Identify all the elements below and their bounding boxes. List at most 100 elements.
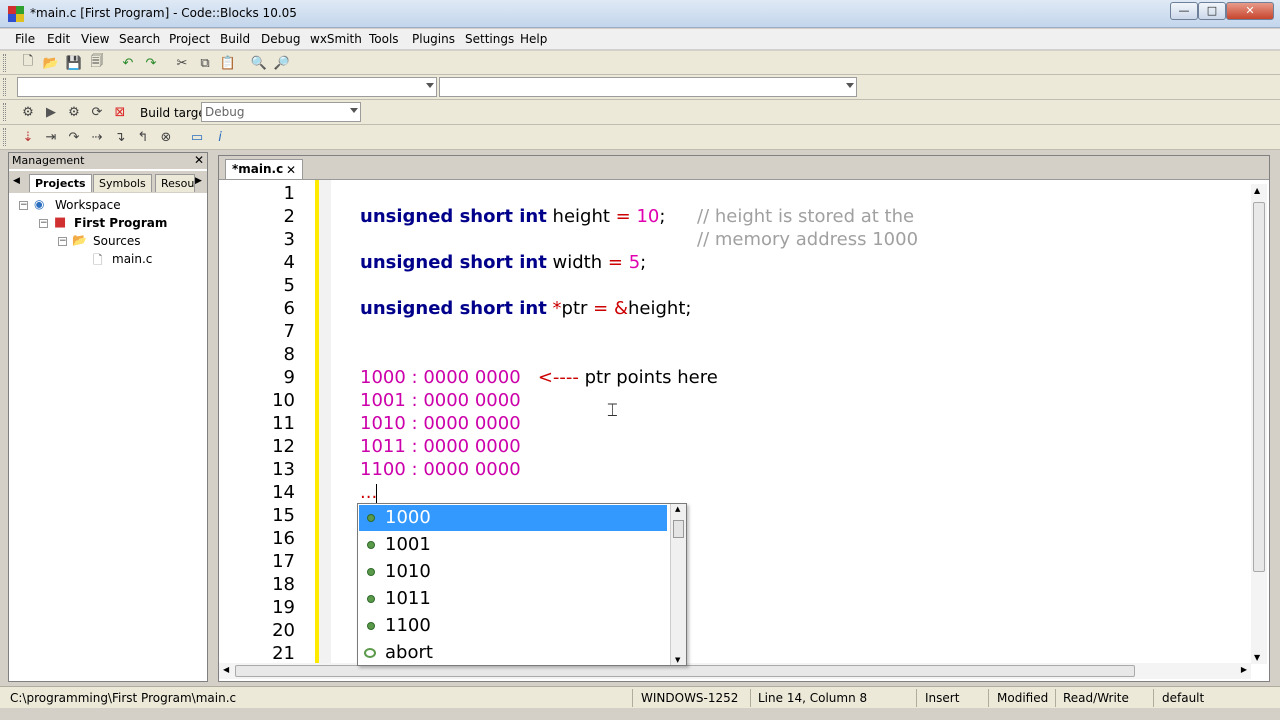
code-line-13[interactable]: 1100 : 0000 0000 bbox=[360, 459, 521, 480]
workspace-collapse-icon[interactable]: − bbox=[19, 201, 28, 210]
next-instruction-icon[interactable]: ⇢ bbox=[87, 127, 107, 147]
scroll-right-icon[interactable]: ▶ bbox=[1241, 665, 1247, 674]
info-icon[interactable]: i bbox=[210, 127, 230, 147]
step-out-icon[interactable]: ↰ bbox=[133, 127, 153, 147]
project-collapse-icon[interactable]: − bbox=[39, 219, 48, 228]
tab-main-c[interactable]: *main.c ✕ bbox=[225, 159, 303, 179]
editor-vertical-scrollbar[interactable]: ▲ ▼ bbox=[1251, 184, 1267, 664]
code-line-10[interactable]: 1001 : 0000 0000 bbox=[360, 390, 521, 411]
function-combo[interactable] bbox=[439, 77, 857, 97]
tree-file-main-c[interactable]: main.c bbox=[112, 252, 152, 266]
tab-scroll-right-icon[interactable]: ▶ bbox=[195, 176, 202, 186]
autocomplete-item[interactable]: 1100 bbox=[359, 613, 667, 639]
popup-scroll-thumb[interactable] bbox=[673, 520, 684, 538]
code-completion-toolbar bbox=[0, 75, 1280, 100]
status-bar: C:\programming\First Program\main.c WIND… bbox=[0, 686, 1280, 708]
menu-file[interactable]: File bbox=[15, 32, 35, 46]
tab-scroll-left-icon[interactable]: ◀ bbox=[13, 176, 20, 186]
menu-edit[interactable]: Edit bbox=[47, 32, 70, 46]
code-line-14[interactable]: ... bbox=[360, 482, 377, 503]
line-number: 10 bbox=[272, 390, 295, 411]
cut-icon[interactable]: ✂ bbox=[172, 53, 192, 73]
tree-sources[interactable]: Sources bbox=[93, 234, 140, 248]
paste-icon[interactable]: 📋 bbox=[218, 53, 238, 73]
code-line-6[interactable]: unsigned short int *ptr = &height; bbox=[360, 298, 691, 319]
step-into-icon[interactable]: ↴ bbox=[110, 127, 130, 147]
vertical-scroll-thumb[interactable] bbox=[1253, 202, 1265, 572]
code-line-2[interactable]: unsigned short int height = 10; bbox=[360, 206, 665, 227]
code-line-12[interactable]: 1011 : 0000 0000 bbox=[360, 436, 521, 457]
abort-icon[interactable]: ⊠ bbox=[110, 102, 130, 122]
maximize-button[interactable]: □ bbox=[1198, 2, 1226, 20]
code-comment-line-3[interactable]: // memory address 1000 bbox=[697, 229, 918, 250]
autocomplete-item[interactable]: abort bbox=[359, 640, 667, 666]
next-line-icon[interactable]: ↷ bbox=[64, 127, 84, 147]
menu-search[interactable]: Search bbox=[119, 32, 160, 46]
menu-project[interactable]: Project bbox=[169, 32, 210, 46]
scroll-left-icon[interactable]: ◀ bbox=[223, 665, 229, 674]
save-all-icon[interactable]: 🗐 bbox=[87, 53, 107, 73]
redo-icon[interactable]: ↷ bbox=[141, 53, 161, 73]
tab-main-c-label: *main.c bbox=[232, 162, 284, 176]
tab-resources[interactable]: Resou bbox=[155, 174, 195, 192]
debug-continue-icon[interactable]: ⇣ bbox=[18, 127, 38, 147]
build-and-run-icon[interactable]: ⚙ bbox=[64, 102, 84, 122]
tab-close-icon[interactable]: ✕ bbox=[286, 161, 296, 179]
rebuild-icon[interactable]: ⟳ bbox=[87, 102, 107, 122]
status-file-path: C:\programming\First Program\main.c bbox=[10, 691, 237, 705]
variable-icon bbox=[367, 541, 375, 549]
close-button[interactable]: ✕ bbox=[1226, 2, 1274, 20]
save-icon[interactable]: 💾 bbox=[64, 53, 84, 73]
code-line-4[interactable]: unsigned short int width = 5; bbox=[360, 252, 646, 273]
sources-collapse-icon[interactable]: − bbox=[58, 237, 67, 246]
tree-workspace[interactable]: Workspace bbox=[55, 198, 121, 212]
scope-combo[interactable] bbox=[17, 77, 437, 97]
copy-icon[interactable]: ⧉ bbox=[195, 53, 215, 73]
undo-icon[interactable]: ↶ bbox=[118, 53, 138, 73]
autocomplete-item[interactable]: 1011 bbox=[359, 586, 667, 612]
code-line-9[interactable]: 1000 : 0000 0000 <---- ptr points here bbox=[360, 367, 718, 388]
scroll-up-icon[interactable]: ▲ bbox=[1254, 186, 1260, 195]
variable-icon bbox=[367, 595, 375, 603]
code-comment-line-2[interactable]: // height is stored at the bbox=[697, 206, 914, 227]
menu-help[interactable]: Help bbox=[520, 32, 547, 46]
menu-view[interactable]: View bbox=[81, 32, 109, 46]
autocomplete-item[interactable]: 1000 bbox=[359, 505, 667, 531]
autocomplete-popup[interactable]: 1000 1001 1010 1011 1100 abort ▲ ▼ bbox=[357, 503, 687, 666]
status-language: default bbox=[1162, 691, 1205, 705]
autocomplete-item[interactable]: 1010 bbox=[359, 559, 667, 585]
open-folder-icon[interactable]: 📂 bbox=[41, 53, 61, 73]
build-target-select[interactable]: Debug bbox=[201, 102, 361, 122]
line-number: 21 bbox=[272, 643, 295, 664]
fold-margin[interactable] bbox=[319, 180, 331, 663]
scroll-down-icon[interactable]: ▼ bbox=[1254, 653, 1260, 662]
tab-projects[interactable]: Projects bbox=[29, 174, 92, 192]
menu-tools[interactable]: Tools bbox=[369, 32, 399, 46]
menu-settings[interactable]: Settings bbox=[465, 32, 514, 46]
menu-wxsmith[interactable]: wxSmith bbox=[310, 32, 362, 46]
debug-windows-icon[interactable]: ▭ bbox=[187, 127, 207, 147]
replace-icon[interactable]: 🔎 bbox=[272, 53, 292, 73]
line-number: 15 bbox=[272, 505, 295, 526]
run-icon[interactable]: ▶ bbox=[41, 102, 61, 122]
popup-scroll-up-icon[interactable]: ▲ bbox=[675, 505, 680, 513]
build-gear-icon[interactable]: ⚙ bbox=[18, 102, 38, 122]
stop-debugger-icon[interactable]: ⊗ bbox=[156, 127, 176, 147]
menu-debug[interactable]: Debug bbox=[261, 32, 300, 46]
tab-symbols[interactable]: Symbols bbox=[93, 174, 152, 192]
horizontal-scroll-thumb[interactable] bbox=[235, 665, 1135, 677]
minimize-button[interactable]: — bbox=[1170, 2, 1198, 20]
popup-scroll-down-icon[interactable]: ▼ bbox=[675, 656, 680, 664]
autocomplete-item[interactable]: 1001 bbox=[359, 532, 667, 558]
tree-project[interactable]: First Program bbox=[74, 216, 167, 230]
run-to-cursor-icon[interactable]: ⇥ bbox=[41, 127, 61, 147]
code-line-11[interactable]: 1010 : 0000 0000 bbox=[360, 413, 521, 434]
management-close-icon[interactable]: ✕ bbox=[194, 153, 204, 168]
new-file-icon[interactable]: 🗋 bbox=[18, 53, 38, 73]
menu-plugins[interactable]: Plugins bbox=[412, 32, 455, 46]
find-icon[interactable]: 🔍 bbox=[249, 53, 269, 73]
autocomplete-scrollbar[interactable]: ▲ ▼ bbox=[670, 504, 686, 665]
menu-build[interactable]: Build bbox=[220, 32, 250, 46]
line-number: 18 bbox=[272, 574, 295, 595]
line-number: 20 bbox=[272, 620, 295, 641]
